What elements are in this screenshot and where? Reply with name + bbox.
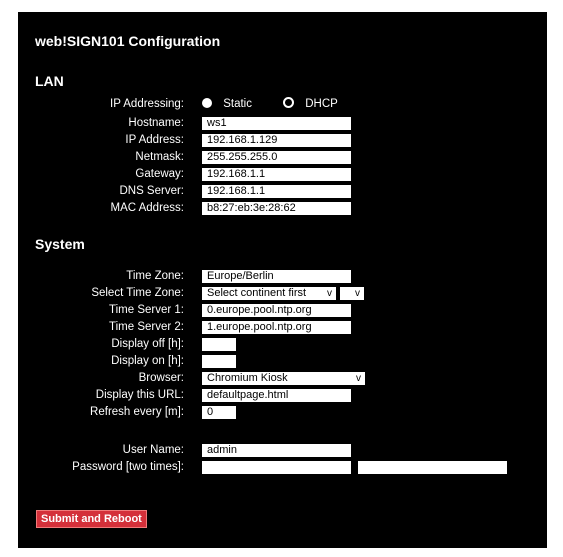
username-label: User Name: xyxy=(122,444,184,456)
url-input[interactable]: defaultpage.html xyxy=(202,389,351,402)
ip-input[interactable]: 192.168.1.129 xyxy=(202,134,351,147)
static-radio[interactable]: Static xyxy=(202,97,252,111)
region-select[interactable]: v xyxy=(340,287,364,300)
page-title: web!SIGN101 Configuration xyxy=(35,33,221,49)
dhcp-radio[interactable]: DHCP xyxy=(283,97,338,111)
mac-label: MAC Address: xyxy=(110,202,185,214)
timezone-value: Europe/Berlin xyxy=(202,270,351,283)
select-timezone-label: Select Time Zone: xyxy=(91,287,184,299)
time-server-1-input[interactable]: 0.europe.pool.ntp.org xyxy=(202,304,351,317)
password-label: Password [two times]: xyxy=(72,461,184,473)
display-on-input[interactable] xyxy=(202,355,236,368)
time-server-1-label: Time Server 1: xyxy=(109,304,184,316)
netmask-input[interactable]: 255.255.255.0 xyxy=(202,151,351,164)
chevron-down-icon: v xyxy=(356,373,361,384)
display-on-label: Display on [h]: xyxy=(111,355,184,367)
mac-value: b8:27:eb:3e:28:62 xyxy=(202,202,351,215)
static-label: Static xyxy=(223,98,252,110)
continent-select-value: Select continent first xyxy=(207,287,307,299)
browser-select-value: Chromium Kiosk xyxy=(207,372,288,384)
continent-select[interactable]: Select continent first v xyxy=(202,287,336,300)
radio-unselected-icon xyxy=(283,97,294,109)
hostname-label: Hostname: xyxy=(128,117,184,129)
radio-selected-icon xyxy=(202,97,212,108)
dns-input[interactable]: 192.168.1.1 xyxy=(202,185,351,198)
system-heading: System xyxy=(35,236,85,252)
password-input-1[interactable] xyxy=(202,461,351,474)
netmask-label: Netmask: xyxy=(135,151,184,163)
ip-addressing-label: IP Addressing: xyxy=(110,98,184,110)
gateway-label: Gateway: xyxy=(135,168,184,180)
password-input-2[interactable] xyxy=(358,461,507,474)
browser-select[interactable]: Chromium Kiosk v xyxy=(202,372,365,385)
username-input[interactable]: admin xyxy=(202,444,351,457)
chevron-down-icon: v xyxy=(327,288,332,299)
refresh-input[interactable]: 0 xyxy=(202,406,236,419)
time-server-2-input[interactable]: 1.europe.pool.ntp.org xyxy=(202,321,351,334)
dhcp-label: DHCP xyxy=(305,98,338,110)
ip-label: IP Address: xyxy=(125,134,184,146)
lan-heading: LAN xyxy=(35,73,64,89)
hostname-input[interactable]: ws1 xyxy=(202,117,351,130)
dns-label: DNS Server: xyxy=(119,185,184,197)
display-off-input[interactable] xyxy=(202,338,236,351)
display-off-label: Display off [h]: xyxy=(111,338,184,350)
browser-label: Browser: xyxy=(138,372,184,384)
submit-reboot-button[interactable]: Submit and Reboot xyxy=(36,510,147,528)
gateway-input[interactable]: 192.168.1.1 xyxy=(202,168,351,181)
time-server-2-label: Time Server 2: xyxy=(109,321,184,333)
config-panel: web!SIGN101 Configuration LAN IP Address… xyxy=(18,12,547,548)
url-label: Display this URL: xyxy=(95,389,184,401)
chevron-down-icon: v xyxy=(355,288,360,299)
timezone-label: Time Zone: xyxy=(126,270,184,282)
refresh-label: Refresh every [m]: xyxy=(90,406,184,418)
